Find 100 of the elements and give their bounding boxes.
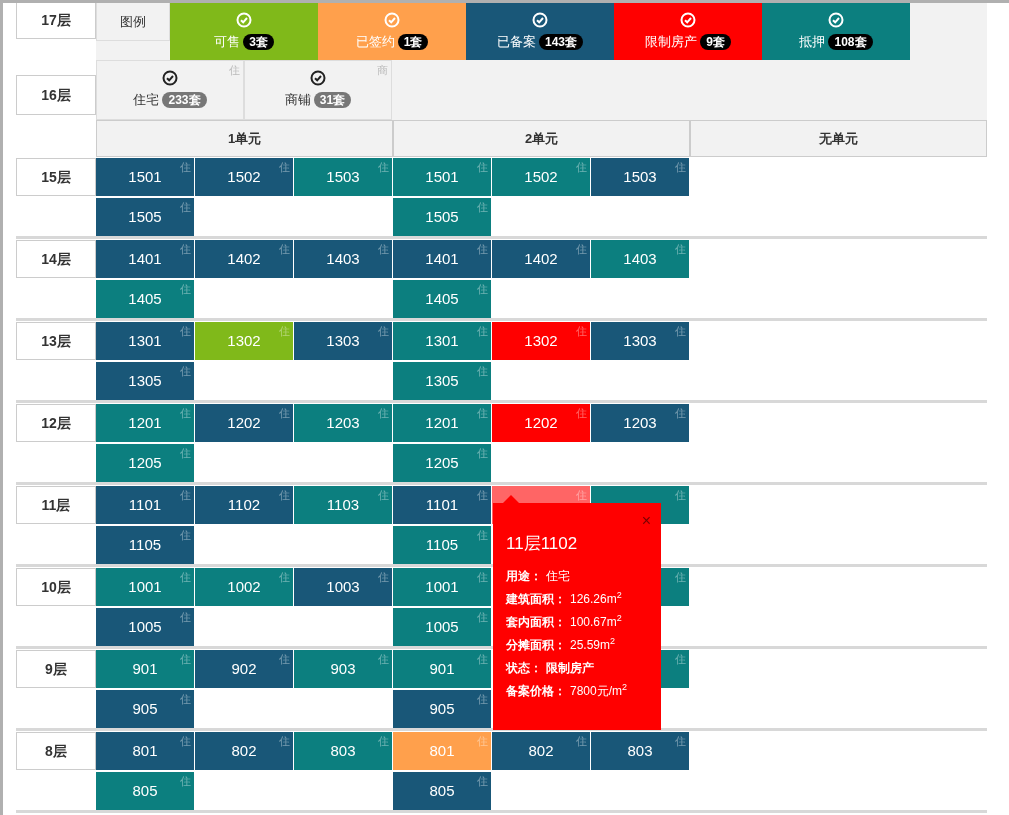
room-number: 1501	[425, 166, 459, 187]
usage-mark: 住	[477, 774, 488, 789]
room-number: 803	[330, 740, 356, 761]
room-number: 1001	[128, 576, 162, 597]
usage-mark: 住	[279, 734, 290, 749]
room-number: 1205	[425, 452, 459, 473]
count-badge: 9套	[700, 33, 731, 50]
usage-mark: 住	[477, 200, 488, 215]
usage-mark: 住	[378, 734, 389, 749]
field-value: 限制房产	[546, 659, 594, 677]
usage-mark: 住	[378, 406, 389, 421]
usage-mark: 住	[675, 652, 686, 667]
tooltip-title: 11层1102	[506, 533, 579, 555]
room-number: 1503	[326, 166, 360, 187]
field-label: 套内面积：	[506, 613, 566, 631]
status-label: 可售	[214, 32, 241, 51]
floor-label: 9层	[16, 650, 96, 688]
room-number: 1103	[326, 494, 360, 515]
usage-mark: 住	[279, 324, 290, 339]
room-number: 1205	[128, 452, 162, 473]
room-number: 802	[231, 740, 257, 761]
usage-mark: 住	[477, 528, 488, 543]
usage-mark: 住	[279, 406, 290, 421]
field-label: 建筑面积：	[506, 590, 566, 608]
room-number: 1405	[425, 288, 459, 309]
room-number: 1402	[227, 248, 261, 269]
field-value: 住宅	[546, 567, 570, 585]
room-number: 1005	[425, 616, 459, 637]
field-label: 备案价格：	[506, 682, 566, 700]
unit-header: 1单元	[96, 120, 393, 157]
room-number: 1301	[128, 330, 162, 351]
usage-mark: 住	[477, 364, 488, 379]
usage-mark: 住	[477, 734, 488, 749]
status-label: 已备案	[497, 32, 536, 51]
room-number: 901	[132, 658, 158, 679]
usage-mark: 住	[675, 160, 686, 175]
usage-mark: 住	[180, 364, 191, 379]
room-number: 805	[132, 780, 158, 801]
field-label: 分摊面积：	[506, 636, 566, 654]
room-number: 802	[528, 740, 554, 761]
room-number: 1303	[326, 330, 360, 351]
usage-mark: 住	[675, 570, 686, 585]
room-number: 1402	[524, 248, 558, 269]
usage-mark: 住	[576, 160, 587, 175]
usage-mark: 住	[576, 406, 587, 421]
usage-mark: 住	[477, 446, 488, 461]
room-number: 1505	[128, 206, 162, 227]
usage-mark: 住	[477, 488, 488, 503]
usage-mark: 住	[477, 610, 488, 625]
usage-mark: 住	[180, 200, 191, 215]
room-number: 1305	[425, 370, 459, 391]
usage-mark: 住	[378, 652, 389, 667]
count-badge: 143套	[539, 33, 583, 50]
usage-label: 住宅	[133, 91, 160, 110]
usage-mark: 住	[576, 488, 587, 503]
usage-mark: 住	[279, 160, 290, 175]
usage-mark: 住	[378, 488, 389, 503]
usage-mark: 住	[477, 652, 488, 667]
usage-mark: 住	[576, 324, 587, 339]
room-number: 801	[429, 740, 455, 761]
room-number: 905	[132, 698, 158, 719]
usage-mark: 住	[180, 692, 191, 707]
room-number: 902	[231, 658, 257, 679]
room-number: 1201	[425, 412, 459, 433]
floor-label: 11层	[16, 486, 96, 524]
floor-label: 16层	[16, 75, 96, 115]
usage-mark: 住	[180, 406, 191, 421]
floor-label: 12层	[16, 404, 96, 442]
usage-mark: 住	[378, 160, 389, 175]
usage-mark: 住	[477, 282, 488, 297]
status-label: 限制房产	[645, 32, 698, 51]
count-badge: 3套	[243, 33, 274, 50]
room-number: 1405	[128, 288, 162, 309]
usage-mark: 住	[675, 324, 686, 339]
usage-mark: 住	[180, 610, 191, 625]
floor-label: 8层	[16, 732, 96, 770]
usage-mark: 住	[180, 488, 191, 503]
usage-mark: 住	[477, 692, 488, 707]
room-number: 1202	[524, 412, 558, 433]
room-number: 1401	[128, 248, 162, 269]
room-number: 1101	[425, 494, 459, 515]
unit-header: 无单元	[690, 120, 987, 157]
usage-mark: 住	[477, 242, 488, 257]
room-number: 1401	[425, 248, 459, 269]
usage-mark: 住	[279, 570, 290, 585]
floor-label: 10层	[16, 568, 96, 606]
usage-mark: 住	[279, 652, 290, 667]
usage-mark: 住	[477, 570, 488, 585]
count-badge: 108套	[828, 33, 873, 50]
room-number: 1002	[227, 576, 261, 597]
usage-mark: 住	[180, 528, 191, 543]
room-number: 1202	[227, 412, 261, 433]
status-label: 抵押	[799, 32, 826, 51]
room-number: 1203	[623, 412, 657, 433]
usage-mark: 住	[279, 488, 290, 503]
usage-mark: 住	[675, 406, 686, 421]
status-label: 已签约	[355, 32, 395, 51]
room-number: 1503	[623, 166, 657, 187]
usage-mark: 住	[180, 282, 191, 297]
room-number: 1203	[326, 412, 360, 433]
